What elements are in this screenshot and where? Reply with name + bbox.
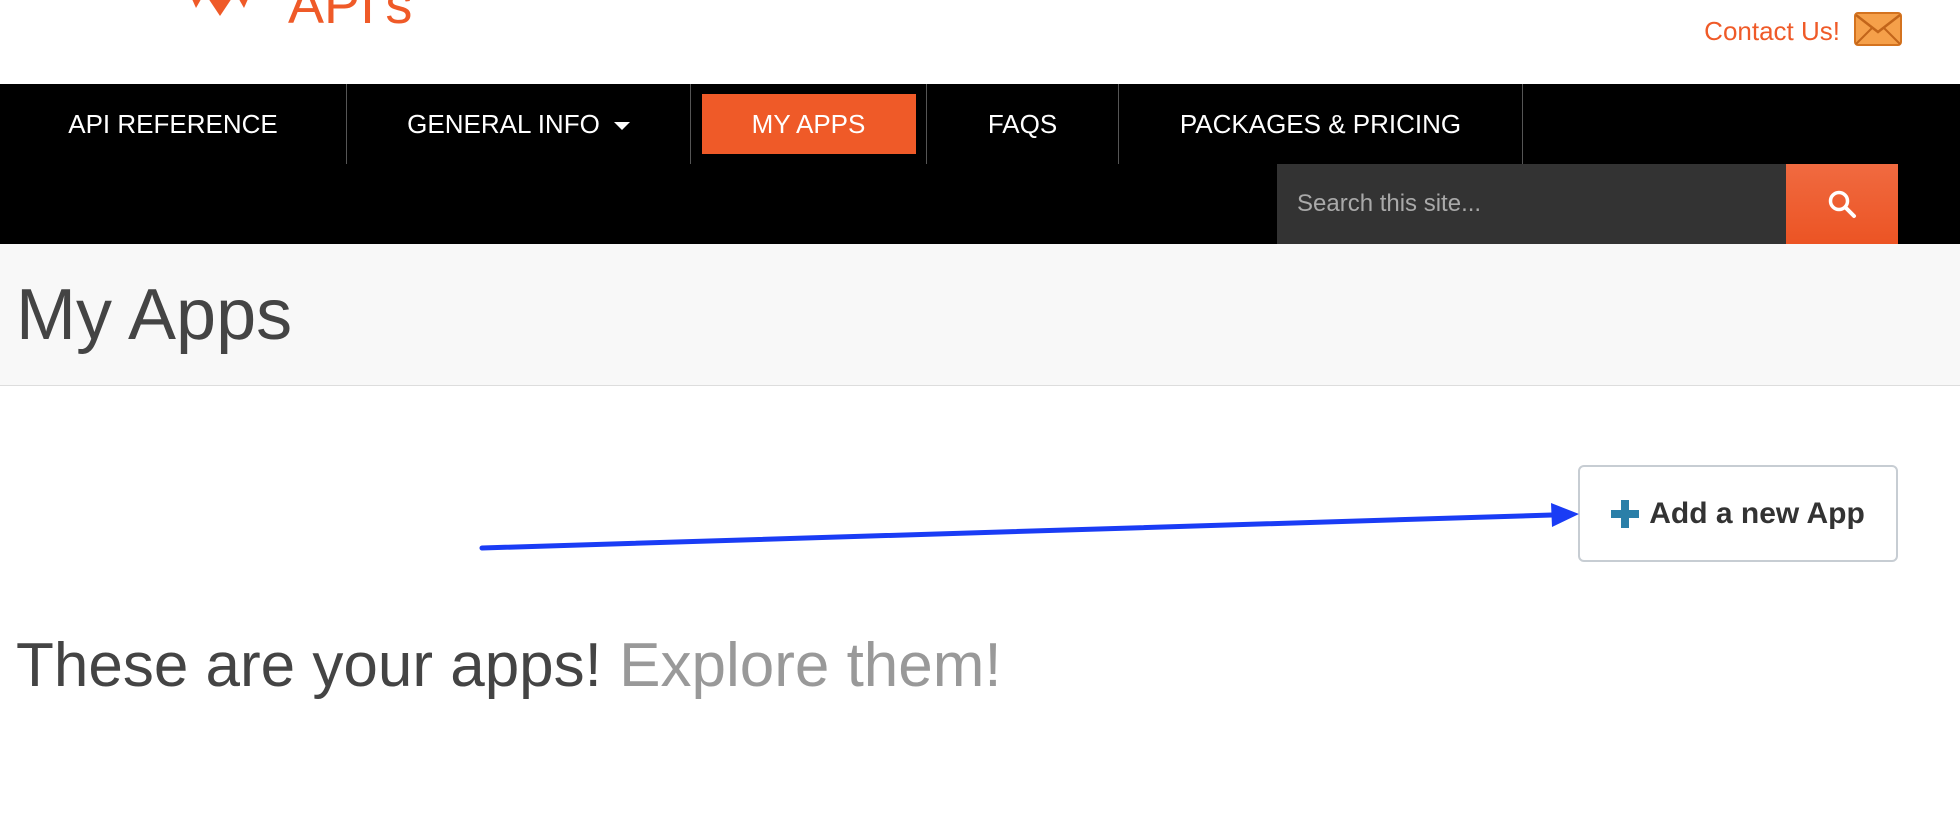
add-new-app-button[interactable]: Add a new App [1578,465,1898,562]
nav-label: API REFERENCE [68,108,278,139]
nav-item-my-apps[interactable]: MY APPS [691,84,927,164]
envelope-icon[interactable] [1854,11,1902,46]
logo-text: API's [288,0,413,35]
search-button[interactable] [1786,164,1898,244]
nav-item-api-reference[interactable]: API REFERENCE [0,84,347,164]
caret-down-icon [613,122,630,130]
sun-logo-icon [192,0,248,16]
apps-intro-heading: These are your apps! Explore them! [16,630,1002,701]
intro-sub-text: Explore them! [619,631,1002,700]
nav-item-general-info[interactable]: GENERAL INFO [347,84,691,164]
site-search [1277,164,1898,244]
contact: Contact Us! [1704,10,1902,47]
plus-icon [1611,499,1640,528]
nav-item-faqs[interactable]: FAQS [927,84,1119,164]
contact-link[interactable]: Contact Us! [1704,16,1840,47]
nav-item-packages-pricing[interactable]: PACKAGES & PRICING [1119,84,1523,164]
nav-label: GENERAL INFO [407,108,600,139]
page-title: My Apps [16,275,293,355]
nav-menu: API REFERENCE GENERAL INFO MY APPS FAQS … [0,84,1523,164]
search-input[interactable] [1277,164,1786,244]
add-new-app-label: Add a new App [1649,496,1865,530]
nav-label: FAQS [987,108,1058,139]
logo[interactable] [168,0,272,30]
page-header: My Apps [0,244,1960,386]
main-navbar: API REFERENCE GENERAL INFO MY APPS FAQS … [0,84,1960,244]
nav-label: PACKAGES & PRICING [1179,108,1462,139]
intro-main-text: These are your apps! [16,631,602,700]
nav-label: MY APPS [751,108,866,139]
top-header: API's Contact Us! [0,0,1960,84]
nav-active-pill: MY APPS [701,94,916,154]
search-icon [1828,190,1856,218]
